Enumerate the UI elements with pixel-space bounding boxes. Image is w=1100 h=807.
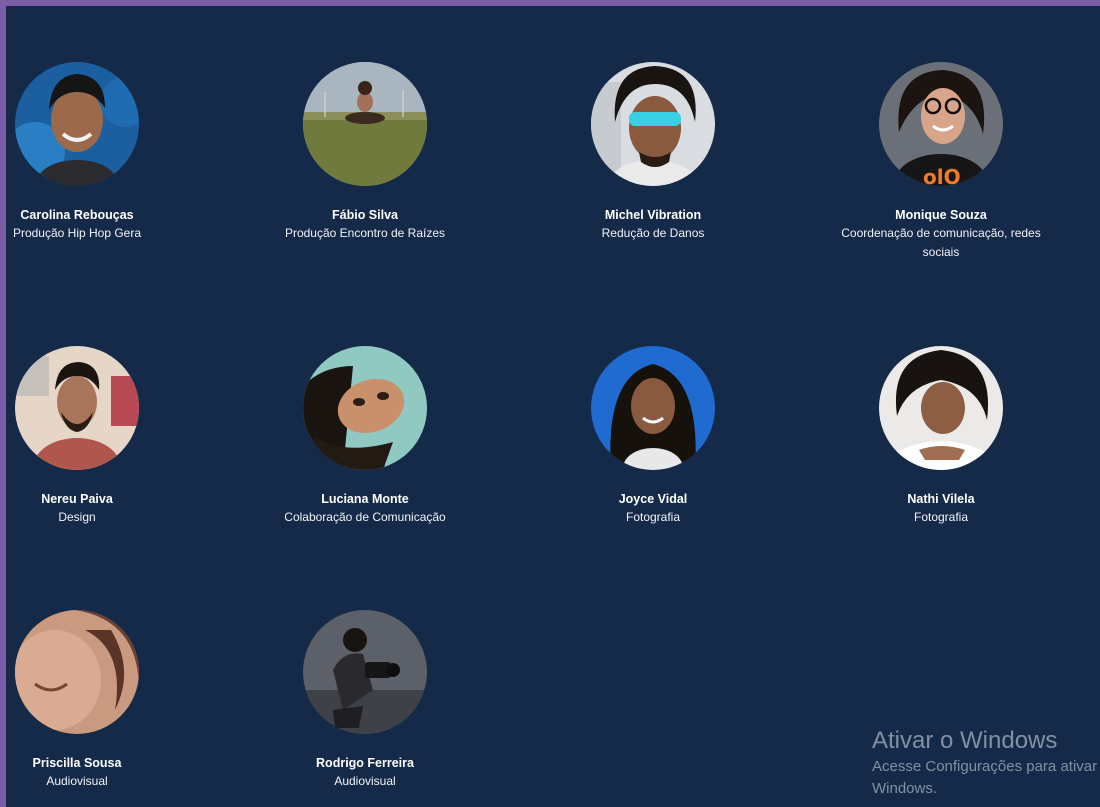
activation-title: Ativar o Windows: [872, 727, 1058, 754]
member-photo: [303, 62, 427, 186]
member-role: Design: [58, 510, 96, 524]
member-role: Coordenação de comunicação, redes sociai…: [841, 226, 1041, 259]
svg-text:olO: olO: [923, 165, 961, 186]
member-name: Priscilla Sousa: [32, 756, 122, 770]
member-photo: [15, 346, 139, 470]
member-photo: [303, 346, 427, 470]
member-name: Nathi Vilela: [907, 492, 975, 506]
member-name: Luciana Monte: [321, 492, 409, 506]
member-role: Audiovisual: [334, 774, 396, 788]
team-member-card: Michel Vibration Redução de Danos: [528, 62, 778, 243]
activation-text: Windows.: [872, 780, 938, 797]
member-role: Fotografia: [913, 510, 969, 524]
member-name: Michel Vibration: [604, 208, 702, 222]
member-role: Produção Hip Hop Gera: [12, 226, 142, 240]
activation-text: Acesse Configurações para ativar o: [872, 758, 1100, 775]
member-name: Nereu Paiva: [41, 492, 113, 506]
team-member-card: Joyce Vidal Fotografia: [528, 346, 778, 527]
member-photo: [303, 610, 427, 734]
member-photo: [15, 610, 139, 734]
member-role: Redução de Danos: [601, 226, 705, 240]
team-member-card: Rodrigo Ferreira Audiovisual: [240, 610, 490, 791]
team-member-card: Carolina Rebouças Produção Hip Hop Gera: [6, 62, 202, 243]
member-name: Carolina Rebouças: [20, 208, 134, 222]
member-photo: [591, 346, 715, 470]
team-member-card: olO Monique Souza Coordenação de comunic…: [816, 62, 1066, 262]
member-photo: [591, 62, 715, 186]
member-role: Produção Encontro de Raízes: [284, 226, 446, 240]
team-member-card: Priscilla Sousa Audiovisual: [6, 610, 202, 791]
member-name: Fábio Silva: [332, 208, 398, 222]
team-member-card: Luciana Monte Colaboração de Comunicação: [240, 346, 490, 527]
member-role: Colaboração de Comunicação: [284, 510, 446, 524]
member-name: Monique Souza: [895, 208, 987, 222]
member-role: Audiovisual: [46, 774, 108, 788]
member-photo: [15, 62, 139, 186]
member-role: Fotografia: [625, 510, 681, 524]
team-section: Carolina Rebouças Produção Hip Hop Gera …: [6, 6, 1100, 807]
member-photo: [879, 346, 1003, 470]
member-photo: olO: [879, 62, 1003, 186]
windows-activation-watermark: Ativar o Windows Acesse Configurações pa…: [872, 726, 1100, 800]
team-member-card: Nathi Vilela Fotografia: [816, 346, 1066, 527]
member-name: Joyce Vidal: [618, 492, 688, 506]
member-name: Rodrigo Ferreira: [316, 756, 414, 770]
team-member-card: Nereu Paiva Design: [6, 346, 202, 527]
team-member-card: Fábio Silva Produção Encontro de Raízes: [240, 62, 490, 243]
